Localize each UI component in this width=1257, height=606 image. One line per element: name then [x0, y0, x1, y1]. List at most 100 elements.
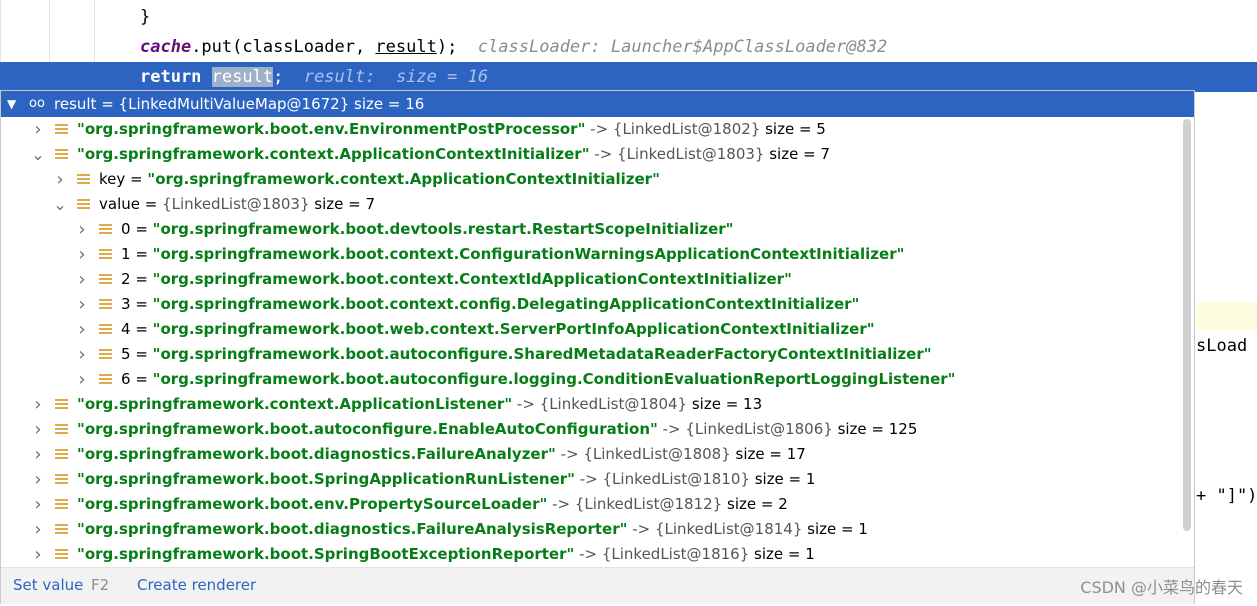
- chevron-right-icon[interactable]: ›: [75, 367, 89, 392]
- row-object-ref: {LinkedList@1803}: [162, 195, 310, 213]
- chevron-right-icon[interactable]: ›: [75, 317, 89, 342]
- row-label: key: [99, 170, 126, 188]
- tree-row[interactable]: › 2 = "org.springframework.boot.context.C…: [1, 267, 1181, 292]
- field-icon: [99, 299, 112, 311]
- row-string-value: "org.springframework.boot.autoconfigure.…: [77, 420, 658, 438]
- tree-row[interactable]: › 1 = "org.springframework.boot.context.C…: [1, 242, 1181, 267]
- field-icon: [77, 174, 90, 186]
- scrollbar[interactable]: [1183, 119, 1191, 531]
- row-string-value: "org.springframework.boot.diagnostics.Fa…: [77, 445, 556, 463]
- field-icon: [55, 449, 68, 461]
- row-string-value: "org.springframework.boot.web.context.Se…: [152, 320, 875, 338]
- chevron-right-icon[interactable]: ›: [75, 217, 89, 242]
- chevron-down-icon[interactable]: ⌄: [31, 142, 45, 167]
- field-icon: [55, 399, 68, 411]
- popup-footer: Set value F2 Create renderer: [1, 567, 1194, 604]
- tree-row[interactable]: › "org.springframework.boot.SpringBootExc…: [1, 542, 1181, 567]
- tree-row[interactable]: › 0 = "org.springframework.boot.devtools.…: [1, 217, 1181, 242]
- inline-debug-hint: classLoader: Launcher$AppClassLoader@832: [477, 37, 888, 57]
- chevron-right-icon[interactable]: ›: [31, 117, 45, 142]
- closing-brace: }: [140, 7, 151, 27]
- row-equals: =: [130, 295, 153, 313]
- row-string-value: "org.springframework.boot.SpringApplicat…: [77, 470, 575, 488]
- row-string-value: "org.springframework.boot.context.config…: [152, 295, 860, 313]
- field-icon: [99, 374, 112, 386]
- watermark: CSDN @小菜鸟的春天: [1080, 578, 1243, 597]
- glasses-icon: oo: [29, 96, 45, 111]
- tree-row[interactable]: › "org.springframework.boot.env.PropertyS…: [1, 492, 1181, 517]
- tree-row[interactable]: › "org.springframework.context.Applicatio…: [1, 392, 1181, 417]
- row-object-ref: -> {LinkedList@1816}: [574, 545, 750, 563]
- chevron-right-icon[interactable]: ›: [31, 417, 45, 442]
- row-size: size = 125: [832, 420, 918, 438]
- chevron-right-icon[interactable]: ›: [75, 267, 89, 292]
- row-string-value: "org.springframework.context.Application…: [77, 145, 590, 163]
- chevron-down-icon[interactable]: ⌄: [53, 192, 67, 217]
- tree-row[interactable]: ⌄ value = {LinkedList@1803} size = 7: [1, 192, 1181, 217]
- current-execution-line: return result; result: size = 16: [0, 62, 1257, 92]
- tree-row[interactable]: › 4 = "org.springframework.boot.web.conte…: [1, 317, 1181, 342]
- field-icon: [99, 274, 112, 286]
- tree-row[interactable]: › "org.springframework.boot.SpringApplica…: [1, 467, 1181, 492]
- tree-row[interactable]: › 3 = "org.springframework.boot.context.c…: [1, 292, 1181, 317]
- chevron-right-icon[interactable]: ›: [75, 242, 89, 267]
- row-string-value: "org.springframework.boot.devtools.resta…: [152, 220, 734, 238]
- create-renderer-link[interactable]: Create renderer: [137, 568, 256, 602]
- chevron-right-icon[interactable]: ›: [31, 442, 45, 467]
- popup-header-row[interactable]: ▼ oo result = {LinkedMultiValueMap@1672}…: [1, 91, 1194, 117]
- row-equals: =: [125, 170, 148, 188]
- row-equals: =: [130, 320, 153, 338]
- row-object-ref: -> {LinkedList@1808}: [555, 445, 731, 463]
- code-fragment: sLoad: [1196, 336, 1248, 356]
- row-object-ref: -> {LinkedList@1804}: [512, 395, 688, 413]
- chevron-right-icon[interactable]: ›: [31, 492, 45, 517]
- row-object-ref: -> {LinkedList@1803}: [589, 145, 765, 163]
- row-string-value: "org.springframework.context.Application…: [147, 170, 660, 188]
- tree-row[interactable]: › key = "org.springframework.context.Appl…: [1, 167, 1181, 192]
- tree-row[interactable]: › "org.springframework.boot.diagnostics.F…: [1, 442, 1181, 467]
- result-arg: result: [375, 37, 437, 57]
- field-icon: [55, 124, 68, 136]
- chevron-right-icon[interactable]: ›: [75, 342, 89, 367]
- row-size: size = 7: [764, 145, 830, 163]
- row-string-value: "org.springframework.boot.env.PropertySo…: [77, 495, 548, 513]
- row-equals: =: [130, 270, 153, 288]
- field-icon: [55, 549, 68, 561]
- row-size: size = 2: [722, 495, 788, 513]
- field-icon: [55, 149, 68, 161]
- row-size: size = 1: [802, 520, 868, 538]
- result-selection[interactable]: result: [211, 67, 274, 87]
- row-size: size = 17: [730, 445, 806, 463]
- tree-row[interactable]: ⌄ "org.springframework.context.Applicatio…: [1, 142, 1181, 167]
- row-string-value: "org.springframework.context.Application…: [77, 395, 513, 413]
- row-object-ref: -> {LinkedList@1806}: [657, 420, 833, 438]
- row-equals: =: [130, 220, 153, 238]
- highlighted-line-fragment: [1196, 302, 1257, 330]
- chevron-right-icon[interactable]: ›: [31, 467, 45, 492]
- tree-row[interactable]: › "org.springframework.boot.env.Environme…: [1, 117, 1181, 142]
- row-equals: =: [130, 345, 153, 363]
- field-icon: [77, 199, 90, 211]
- cache-field: cache: [140, 37, 192, 57]
- row-equals: =: [130, 245, 153, 263]
- chevron-right-icon[interactable]: ›: [31, 392, 45, 417]
- chevron-right-icon[interactable]: ›: [53, 167, 67, 192]
- chevron-down-icon[interactable]: ▼: [7, 91, 16, 117]
- row-string-value: "org.springframework.boot.autoconfigure.…: [152, 370, 956, 388]
- row-object-ref: -> {LinkedList@1810}: [575, 470, 750, 488]
- row-string-value: "org.springframework.boot.autoconfigure.…: [152, 345, 932, 363]
- chevron-right-icon[interactable]: ›: [31, 542, 45, 567]
- field-icon: [99, 249, 112, 261]
- set-value-link[interactable]: Set value: [13, 568, 83, 602]
- chevron-right-icon[interactable]: ›: [75, 292, 89, 317]
- row-equals: =: [139, 195, 163, 213]
- tree-row[interactable]: › "org.springframework.boot.diagnostics.F…: [1, 517, 1181, 542]
- tree-row[interactable]: › 6 = "org.springframework.boot.autoconfi…: [1, 367, 1181, 392]
- tree-row[interactable]: › "org.springframework.boot.autoconfigure…: [1, 417, 1181, 442]
- tree-row[interactable]: › 5 = "org.springframework.boot.autoconfi…: [1, 342, 1181, 367]
- chevron-right-icon[interactable]: ›: [31, 517, 45, 542]
- row-string-value: "org.springframework.boot.context.Config…: [152, 245, 905, 263]
- row-string-value: "org.springframework.boot.context.Contex…: [152, 270, 792, 288]
- row-size: size = 5: [760, 120, 826, 138]
- field-icon: [55, 499, 68, 511]
